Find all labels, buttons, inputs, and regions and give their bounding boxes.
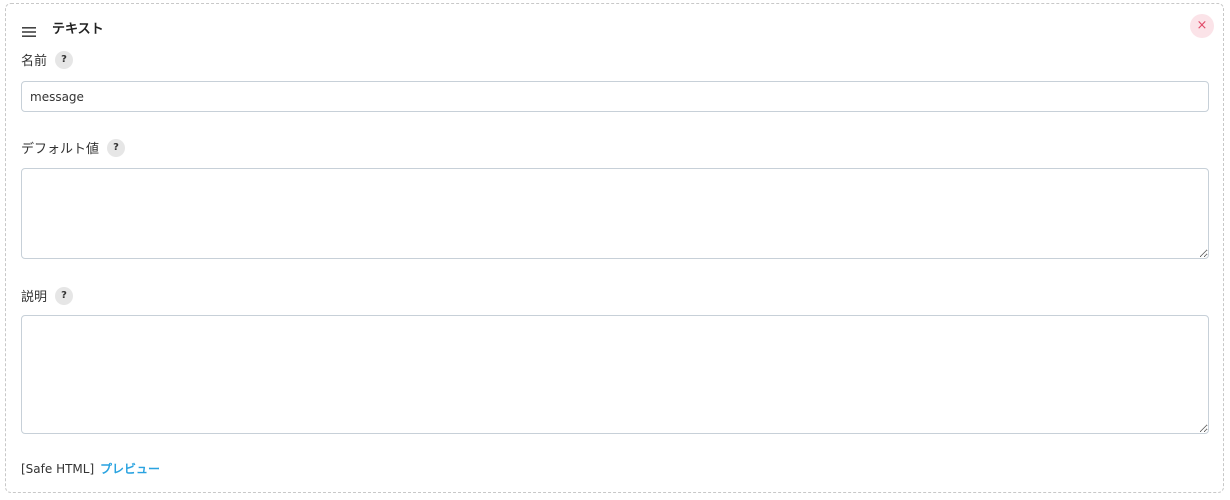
default-value-textarea[interactable]: [21, 168, 1209, 259]
description-textarea[interactable]: [21, 315, 1209, 434]
description-help-icon[interactable]: ?: [55, 286, 74, 305]
panel-header: テキスト: [22, 16, 104, 38]
panel-title: テキスト: [52, 21, 104, 37]
close-icon[interactable]: ×: [1197, 18, 1208, 33]
name-label: 名前: [21, 54, 48, 69]
name-help-icon[interactable]: ?: [55, 50, 74, 69]
format-label: [Safe HTML]: [21, 462, 95, 476]
description-label: 説明: [21, 290, 48, 305]
description-label-row: 説明 ?: [21, 286, 74, 305]
default-value-help-icon[interactable]: ?: [107, 138, 126, 157]
preview-link[interactable]: プレビュー: [100, 462, 160, 476]
default-value-label: デフォルト値: [21, 142, 100, 157]
default-value-label-row: デフォルト値 ?: [21, 138, 126, 157]
hamburger-menu-icon[interactable]: [22, 22, 36, 37]
format-footer: [Safe HTML] プレビュー: [21, 460, 160, 477]
name-label-row: 名前 ?: [21, 50, 74, 69]
text-field-panel: テキスト × 名前 ? デフォルト値 ? 説明 ? [Safe HTML] プレ…: [5, 3, 1224, 493]
name-input[interactable]: [21, 81, 1209, 112]
close-button[interactable]: ×: [1190, 14, 1214, 38]
